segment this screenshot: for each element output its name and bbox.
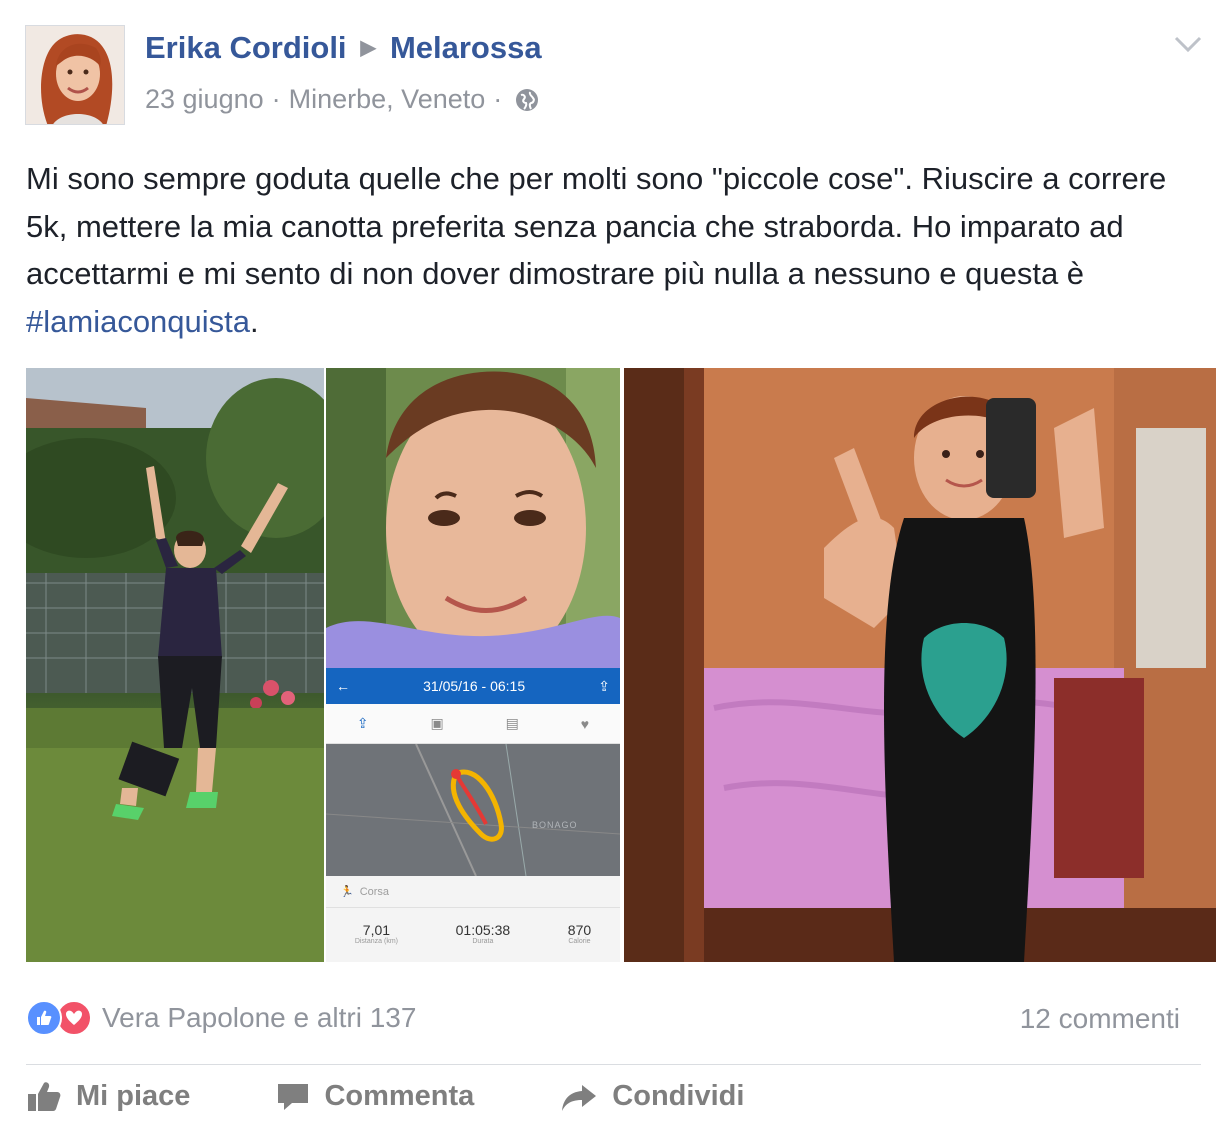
like-button[interactable]: Mi piace bbox=[26, 1080, 190, 1113]
triangle-right-icon: ▶ bbox=[360, 37, 376, 59]
meta-separator: · bbox=[493, 84, 503, 114]
post-date-link[interactable]: 23 giugno bbox=[145, 84, 264, 115]
avatar-image bbox=[26, 26, 124, 124]
post-text-body: Mi sono sempre goduta quelle che per mol… bbox=[26, 161, 1167, 291]
post-options-chevron-icon[interactable] bbox=[1170, 30, 1206, 58]
activity-label: Corsa bbox=[359, 885, 390, 898]
back-arrow-icon[interactable]: ← bbox=[336, 678, 350, 694]
share-arrow-icon bbox=[562, 1084, 597, 1111]
share-button[interactable]: Condividi bbox=[560, 1080, 744, 1113]
facebook-post: Erika Cordioli ▶ Melarossa 23 giugno · Min… bbox=[0, 0, 1225, 1134]
reactions-text[interactable]: Vera Papolone e altri 137 bbox=[102, 1002, 416, 1034]
share-button-label: Condividi bbox=[612, 1080, 745, 1112]
app-stats: 7,01 Distanza (km) 01:05:38 Durata 870 C… bbox=[326, 908, 620, 945]
like-button-label: Mi piace bbox=[76, 1080, 191, 1112]
app-header-date: 31/05/16 - 06:15 bbox=[423, 678, 526, 694]
divider bbox=[26, 1064, 1201, 1065]
author-name-link[interactable]: Erika Cordioli bbox=[145, 30, 347, 65]
running-icon: 🏃 bbox=[340, 886, 354, 898]
post-meta: 23 giugno · Minerbe, Veneto · bbox=[145, 84, 540, 115]
stat-distance: 7,01 Distanza (km) bbox=[355, 922, 398, 945]
comments-count-link[interactable]: 12 commenti bbox=[1020, 1003, 1180, 1035]
mirror-photo-illustration bbox=[624, 368, 1216, 962]
stat-calories: 870 Calorie bbox=[568, 922, 591, 945]
stat-value: 01:05:38 bbox=[455, 922, 511, 938]
post-text: Mi sono sempre goduta quelle che per mol… bbox=[26, 155, 1206, 345]
like-icon bbox=[26, 1000, 62, 1036]
heart-tab-icon[interactable]: ♥ bbox=[581, 716, 589, 732]
map-area-label: BONAGO bbox=[532, 820, 578, 830]
meta-separator: · bbox=[271, 84, 281, 114]
comment-button-label: Commenta bbox=[324, 1080, 475, 1112]
photo-selfie-app[interactable]: ← 31/05/16 - 06:15 ⇪ ⇪ ▣ ▤ ♥ BONAGO 🏃 Co… bbox=[326, 368, 620, 962]
group-name-link[interactable]: Melarossa bbox=[390, 30, 542, 65]
comment-bubble-icon bbox=[278, 1083, 309, 1110]
comment-button[interactable]: Commenta bbox=[276, 1080, 474, 1113]
app-screen: ← 31/05/16 - 06:15 ⇪ ⇪ ▣ ▤ ♥ BONAGO 🏃 Co… bbox=[326, 668, 620, 962]
app-activity-row: 🏃 Corsa bbox=[326, 876, 620, 908]
export-tab-icon[interactable]: ⇪ bbox=[357, 715, 369, 732]
reactions-summary[interactable]: Vera Papolone e altri 137 bbox=[26, 1000, 416, 1036]
post-header-title: Erika Cordioli ▶ Melarossa bbox=[145, 30, 542, 66]
app-header-bar: ← 31/05/16 - 06:15 ⇪ bbox=[326, 668, 620, 704]
post-actions-bar: Mi piace Commenta Condividi bbox=[26, 1080, 830, 1113]
hashtag-link[interactable]: #lamiaconquista bbox=[26, 304, 250, 339]
stat-value: 870 bbox=[567, 922, 592, 938]
app-map: BONAGO bbox=[326, 744, 620, 876]
photo-tab-icon[interactable]: ▣ bbox=[431, 715, 444, 732]
stat-label: Durata bbox=[472, 938, 494, 945]
stat-duration: 01:05:38 Durata bbox=[456, 922, 511, 945]
globe-icon[interactable] bbox=[514, 87, 540, 113]
post-text-end: . bbox=[250, 303, 259, 339]
author-avatar[interactable] bbox=[25, 25, 125, 125]
app-tabbar: ⇪ ▣ ▤ ♥ bbox=[326, 704, 620, 744]
stat-value: 7,01 bbox=[362, 922, 391, 938]
thumbs-up-icon bbox=[28, 1081, 61, 1111]
stat-label: Distanza (km) bbox=[354, 938, 398, 945]
post-location-link[interactable]: Minerbe, Veneto bbox=[289, 84, 486, 115]
chart-tab-icon[interactable]: ▤ bbox=[506, 715, 519, 732]
route-map-illustration bbox=[326, 744, 620, 876]
share-icon[interactable]: ⇪ bbox=[598, 678, 610, 695]
photo-garden[interactable] bbox=[26, 368, 324, 962]
stat-label: Calorie bbox=[568, 938, 591, 945]
photo-mirror-selfie[interactable] bbox=[624, 368, 1216, 962]
garden-photo-illustration bbox=[26, 368, 324, 962]
